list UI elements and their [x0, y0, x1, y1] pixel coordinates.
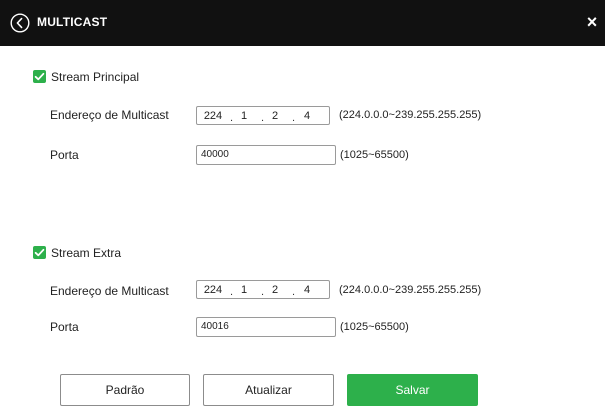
- ip-octet-2[interactable]: 1: [234, 283, 254, 297]
- dialog-titlebar: MULTICAST ×: [0, 0, 605, 46]
- ip-dot: .: [261, 286, 265, 298]
- ip-dot: .: [230, 286, 234, 298]
- checkmark-icon: [34, 248, 45, 257]
- ip-octet-4[interactable]: 4: [297, 283, 317, 297]
- principal-port-input[interactable]: 40000: [196, 145, 336, 165]
- close-icon[interactable]: ×: [585, 13, 599, 31]
- stream-extra-checkbox[interactable]: [33, 246, 46, 259]
- ip-octet-4[interactable]: 4: [297, 109, 317, 123]
- refresh-button[interactable]: Atualizar: [203, 374, 334, 406]
- extra-port-range: (1025~65500): [340, 321, 409, 333]
- save-button[interactable]: Salvar: [347, 374, 478, 406]
- default-button[interactable]: Padrão: [60, 374, 190, 406]
- principal-multicast-ip-field[interactable]: 224 . 1 . 2 . 4: [196, 106, 330, 125]
- principal-port-range: (1025~65500): [340, 149, 409, 161]
- ip-dot: .: [230, 112, 234, 124]
- extra-port-label: Porta: [50, 320, 79, 334]
- stream-extra-label: Stream Extra: [51, 246, 122, 260]
- ip-dot: .: [292, 112, 296, 124]
- back-arrow-circle-icon[interactable]: [10, 13, 30, 33]
- ip-octet-1[interactable]: 224: [203, 109, 223, 123]
- stream-principal-checkbox[interactable]: [33, 70, 46, 83]
- principal-multicast-label: Endereço de Multicast: [50, 108, 169, 122]
- dialog-title: MULTICAST: [37, 15, 108, 29]
- ip-octet-2[interactable]: 1: [234, 109, 254, 123]
- extra-port-input[interactable]: 40016: [196, 317, 336, 337]
- ip-octet-3[interactable]: 2: [265, 283, 285, 297]
- principal-ip-range: (224.0.0.0~239.255.255.255): [339, 109, 482, 121]
- ip-dot: .: [261, 112, 265, 124]
- ip-dot: .: [292, 286, 296, 298]
- stream-principal-label: Stream Principal: [51, 70, 140, 84]
- principal-port-label: Porta: [50, 148, 79, 162]
- extra-ip-range: (224.0.0.0~239.255.255.255): [339, 284, 482, 296]
- extra-multicast-label: Endereço de Multicast: [50, 284, 169, 298]
- ip-octet-1[interactable]: 224: [203, 283, 223, 297]
- ip-octet-3[interactable]: 2: [265, 109, 285, 123]
- checkmark-icon: [34, 72, 45, 81]
- extra-multicast-ip-field[interactable]: 224 . 1 . 2 . 4: [196, 280, 330, 299]
